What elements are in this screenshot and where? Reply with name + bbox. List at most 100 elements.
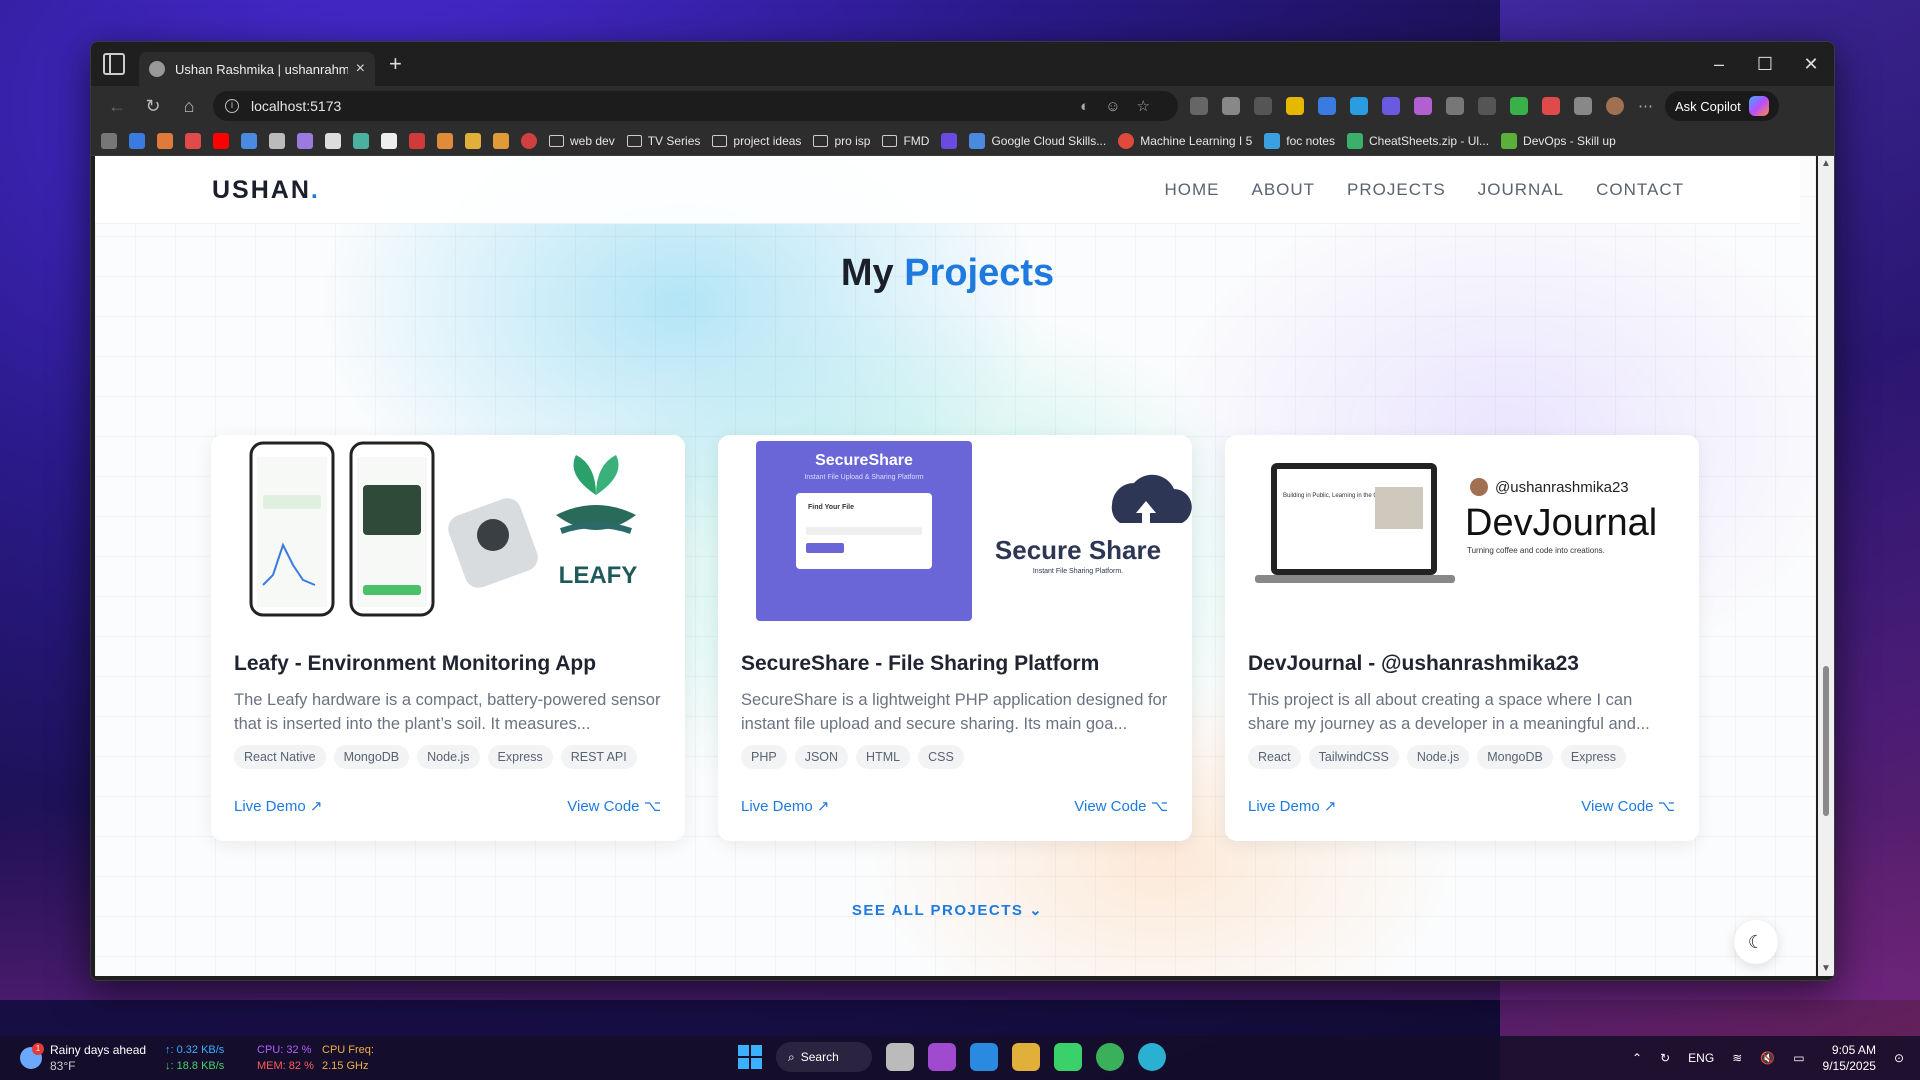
bookmark-link[interactable]: Machine Learning I 5	[1118, 132, 1252, 149]
chevron-up-icon[interactable]: ⌃	[1632, 1051, 1642, 1065]
extensions-puzzle-icon[interactable]	[1574, 97, 1592, 115]
bookmark-link[interactable]: foc notes	[1264, 132, 1335, 149]
bookmark-folder[interactable]: FMD	[882, 134, 929, 148]
address-bar[interactable]: i localhost:5173 ◐☺☆	[213, 91, 1178, 121]
gmail-icon[interactable]	[185, 132, 201, 149]
bookmark-icon[interactable]	[353, 132, 369, 149]
view-code-link[interactable]: View Code ⌥	[567, 797, 661, 815]
minimize-icon[interactable]: –	[1696, 42, 1742, 86]
bookmark-link[interactable]: DevOps - Skill up	[1501, 132, 1616, 149]
start-windows-icon[interactable]	[738, 1045, 762, 1069]
cpu-frequency: CPU Freq: 2.15 GHz	[322, 1042, 374, 1074]
bookmark-icon[interactable]	[157, 132, 173, 149]
translate-icon[interactable]	[1318, 97, 1336, 115]
site-info-icon[interactable]: i	[225, 99, 239, 113]
extensions-bar: ⋯	[1190, 97, 1653, 115]
bookmark-folder[interactable]: pro isp	[813, 134, 870, 148]
secureshare-logo-text: Secure Share	[995, 535, 1161, 565]
extension-icon[interactable]	[1446, 97, 1464, 115]
edge-browser-icon[interactable]	[1138, 1043, 1166, 1071]
bookmark-icon[interactable]	[941, 132, 958, 149]
extension-icon[interactable]	[1254, 97, 1272, 115]
bookmark-icon[interactable]	[437, 132, 453, 149]
view-code-link[interactable]: View Code ⌥	[1074, 797, 1168, 815]
site-logo[interactable]: USHAN.	[212, 176, 320, 205]
bookmark-link[interactable]: Google Cloud Skills...	[969, 132, 1106, 149]
bookmark-folder[interactable]: project ideas	[712, 134, 801, 148]
extension-icon[interactable]	[1478, 97, 1496, 115]
extension-icon[interactable]	[1542, 97, 1560, 115]
live-demo-link[interactable]: Live Demo ↗	[1248, 797, 1336, 815]
windows-taskbar: 1 Rainy days ahead 83°F ↑: 0.32 KB/s ↓: …	[0, 1036, 1920, 1080]
whatsapp-icon[interactable]	[1096, 1043, 1124, 1071]
bookmark-folder[interactable]: TV Series	[626, 134, 700, 148]
nav-journal[interactable]: JOURNAL	[1478, 180, 1564, 200]
notification-icon[interactable]: ⊙	[1894, 1051, 1904, 1065]
volume-muted-icon[interactable]: 🔇	[1760, 1051, 1775, 1065]
dark-mode-toggle-moon-icon[interactable]: ☾	[1734, 920, 1778, 964]
bookmark-icon[interactable]	[409, 132, 425, 149]
extension-icon[interactable]	[1510, 97, 1528, 115]
extension-icon[interactable]	[1222, 97, 1240, 115]
browser-window: Ushan Rashmika | ushanrahmika2 × + – ☐ ✕…	[90, 41, 1835, 981]
close-tab-icon[interactable]: ×	[356, 60, 365, 78]
bookmark-icon[interactable]	[129, 132, 145, 149]
bookmark-icon[interactable]	[297, 132, 313, 149]
bookmark-link[interactable]: CheatSheets.zip - Ul...	[1346, 132, 1489, 149]
file-explorer-icon[interactable]	[1012, 1043, 1040, 1071]
live-demo-link[interactable]: Live Demo ↗	[741, 797, 829, 815]
aws-icon[interactable]	[493, 132, 509, 149]
extension-icon[interactable]	[1286, 97, 1304, 115]
chatgpt-icon[interactable]	[269, 132, 285, 149]
home-icon[interactable]: ⌂	[171, 96, 207, 117]
github-icon[interactable]	[325, 132, 341, 149]
extension-icon[interactable]	[1414, 97, 1432, 115]
bookmark-folder[interactable]: web dev	[549, 134, 615, 148]
bookmark-icon[interactable]	[241, 132, 257, 149]
nav-home[interactable]: HOME	[1164, 180, 1219, 200]
app-icon[interactable]	[1054, 1043, 1082, 1071]
see-all-projects-button[interactable]: SEE ALL PROJECTS ⌄	[95, 901, 1800, 919]
live-demo-link[interactable]: Live Demo ↗	[234, 797, 322, 815]
scroll-down-icon[interactable]: ▼	[1821, 963, 1831, 974]
vscode-icon[interactable]	[970, 1043, 998, 1071]
nav-contact[interactable]: CONTACT	[1596, 180, 1684, 200]
folder-icon	[813, 134, 829, 147]
maximize-icon[interactable]: ☐	[1742, 42, 1788, 86]
page-scrollbar[interactable]: ▲ ▼	[1818, 156, 1834, 976]
ask-copilot-button[interactable]: Ask Copilot	[1665, 91, 1779, 121]
extension-icon[interactable]	[1382, 97, 1400, 115]
address-bar-icons[interactable]: ◐☺☆	[1080, 97, 1166, 115]
sidebar-toggle-icon[interactable]	[103, 53, 125, 75]
task-view-icon[interactable]	[886, 1043, 914, 1071]
tech-tag: MongoDB	[1477, 745, 1553, 769]
extension-icon[interactable]	[1350, 97, 1368, 115]
close-window-icon[interactable]: ✕	[1788, 42, 1834, 86]
nav-about[interactable]: ABOUT	[1251, 180, 1315, 200]
weather-widget[interactable]: 1 Rainy days ahead 83°F	[20, 1042, 146, 1074]
app-icon[interactable]	[928, 1043, 956, 1071]
wifi-icon[interactable]: ≋	[1732, 1051, 1742, 1065]
youtube-icon[interactable]	[213, 132, 229, 149]
clock[interactable]: 9:05 AM 9/15/2025	[1823, 1042, 1876, 1074]
project-title: SecureShare - File Sharing Platform	[741, 652, 1100, 675]
browser-tab[interactable]: Ushan Rashmika | ushanrahmika2 ×	[139, 52, 375, 86]
oracle-icon[interactable]	[521, 132, 537, 149]
scrollbar-thumb[interactable]	[1823, 666, 1829, 816]
nav-projects[interactable]: PROJECTS	[1347, 180, 1446, 200]
battery-icon[interactable]: ▭	[1793, 1051, 1804, 1065]
bookmark-icon[interactable]	[465, 132, 481, 149]
refresh-icon[interactable]: ↻	[135, 96, 171, 117]
sync-icon[interactable]: ↻	[1660, 1051, 1670, 1065]
bookmark-icon[interactable]	[381, 132, 397, 149]
profile-avatar[interactable]	[1606, 97, 1624, 115]
taskbar-search[interactable]: ⌕ Search	[776, 1042, 872, 1072]
more-menu-icon[interactable]: ⋯	[1638, 97, 1653, 115]
language-indicator[interactable]: ENG	[1688, 1051, 1714, 1065]
new-tab-icon[interactable]: +	[389, 51, 402, 77]
bookmark-icon[interactable]	[101, 132, 117, 149]
back-icon[interactable]: ←	[99, 96, 135, 117]
scroll-up-icon[interactable]: ▲	[1821, 158, 1831, 169]
view-code-link[interactable]: View Code ⌥	[1581, 797, 1675, 815]
extension-icon[interactable]	[1190, 97, 1208, 115]
